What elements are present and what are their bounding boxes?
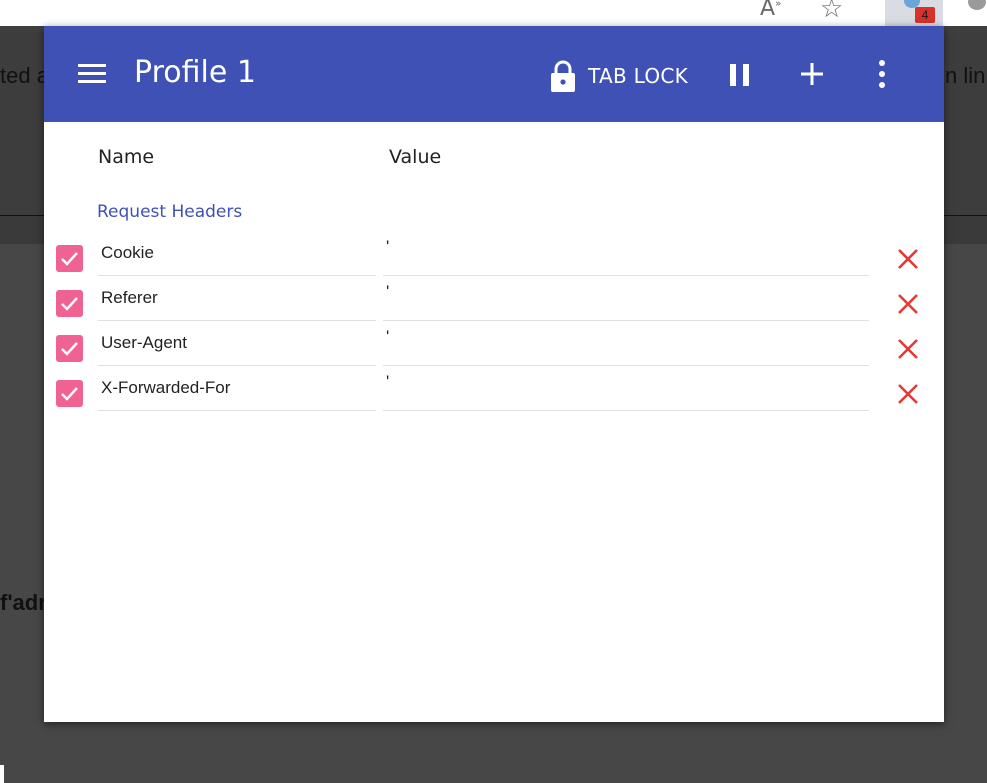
header-row: User-Agent ' <box>44 328 944 375</box>
column-header-value: Value <box>389 146 442 168</box>
modheader-popup: Profile 1 TAB LOCK Name Value Request He… <box>44 26 944 722</box>
app-bar: Profile 1 TAB LOCK <box>44 26 944 122</box>
header-name-input[interactable]: User-Agent <box>98 330 376 366</box>
header-name-input[interactable]: X-Forwarded-For <box>98 375 376 411</box>
delete-icon[interactable] <box>896 337 920 361</box>
menu-icon[interactable] <box>78 64 106 84</box>
header-row: Referer ' <box>44 283 944 330</box>
header-value-input[interactable]: ' <box>383 373 869 411</box>
header-row: X-Forwarded-For ' <box>44 373 944 420</box>
background-text: ted a <box>0 63 49 88</box>
add-icon[interactable] <box>800 62 824 86</box>
header-enabled-checkbox[interactable] <box>56 380 83 407</box>
checkmark-icon <box>61 342 78 356</box>
background-corner <box>0 765 4 783</box>
browser-profile-icon[interactable] <box>968 0 986 10</box>
tab-lock-label: TAB LOCK <box>588 64 689 88</box>
pause-icon[interactable] <box>730 64 750 86</box>
lock-icon <box>551 60 575 92</box>
checkmark-icon <box>61 297 78 311</box>
delete-icon[interactable] <box>896 247 920 271</box>
column-header-name: Name <box>98 146 155 168</box>
request-headers-label: Request Headers <box>97 202 243 222</box>
favorite-star-icon[interactable]: ☆ <box>820 0 843 24</box>
header-enabled-checkbox[interactable] <box>56 245 83 272</box>
delete-icon[interactable] <box>896 292 920 316</box>
delete-icon[interactable] <box>896 382 920 406</box>
background-bold-text: f'adr <box>0 590 47 615</box>
checkmark-icon <box>61 252 78 266</box>
browser-toolbar: A» ☆ 4 <box>0 0 987 26</box>
header-name-input[interactable]: Referer <box>98 285 376 321</box>
header-enabled-checkbox[interactable] <box>56 335 83 362</box>
more-vert-icon[interactable] <box>878 60 886 88</box>
header-name-input[interactable]: Cookie <box>98 240 376 276</box>
tab-lock-button[interactable]: TAB LOCK <box>550 60 688 92</box>
header-value-input[interactable]: ' <box>383 328 869 366</box>
background-text: n lin <box>945 63 986 88</box>
header-row: Cookie ' <box>44 238 944 285</box>
header-value-input[interactable]: ' <box>383 283 869 321</box>
read-aloud-icon[interactable]: A» <box>760 0 781 21</box>
extension-badge: 4 <box>915 7 935 23</box>
header-enabled-checkbox[interactable] <box>56 290 83 317</box>
profile-title: Profile 1 <box>134 55 256 90</box>
header-value-input[interactable]: ' <box>383 238 869 276</box>
checkmark-icon <box>61 387 78 401</box>
